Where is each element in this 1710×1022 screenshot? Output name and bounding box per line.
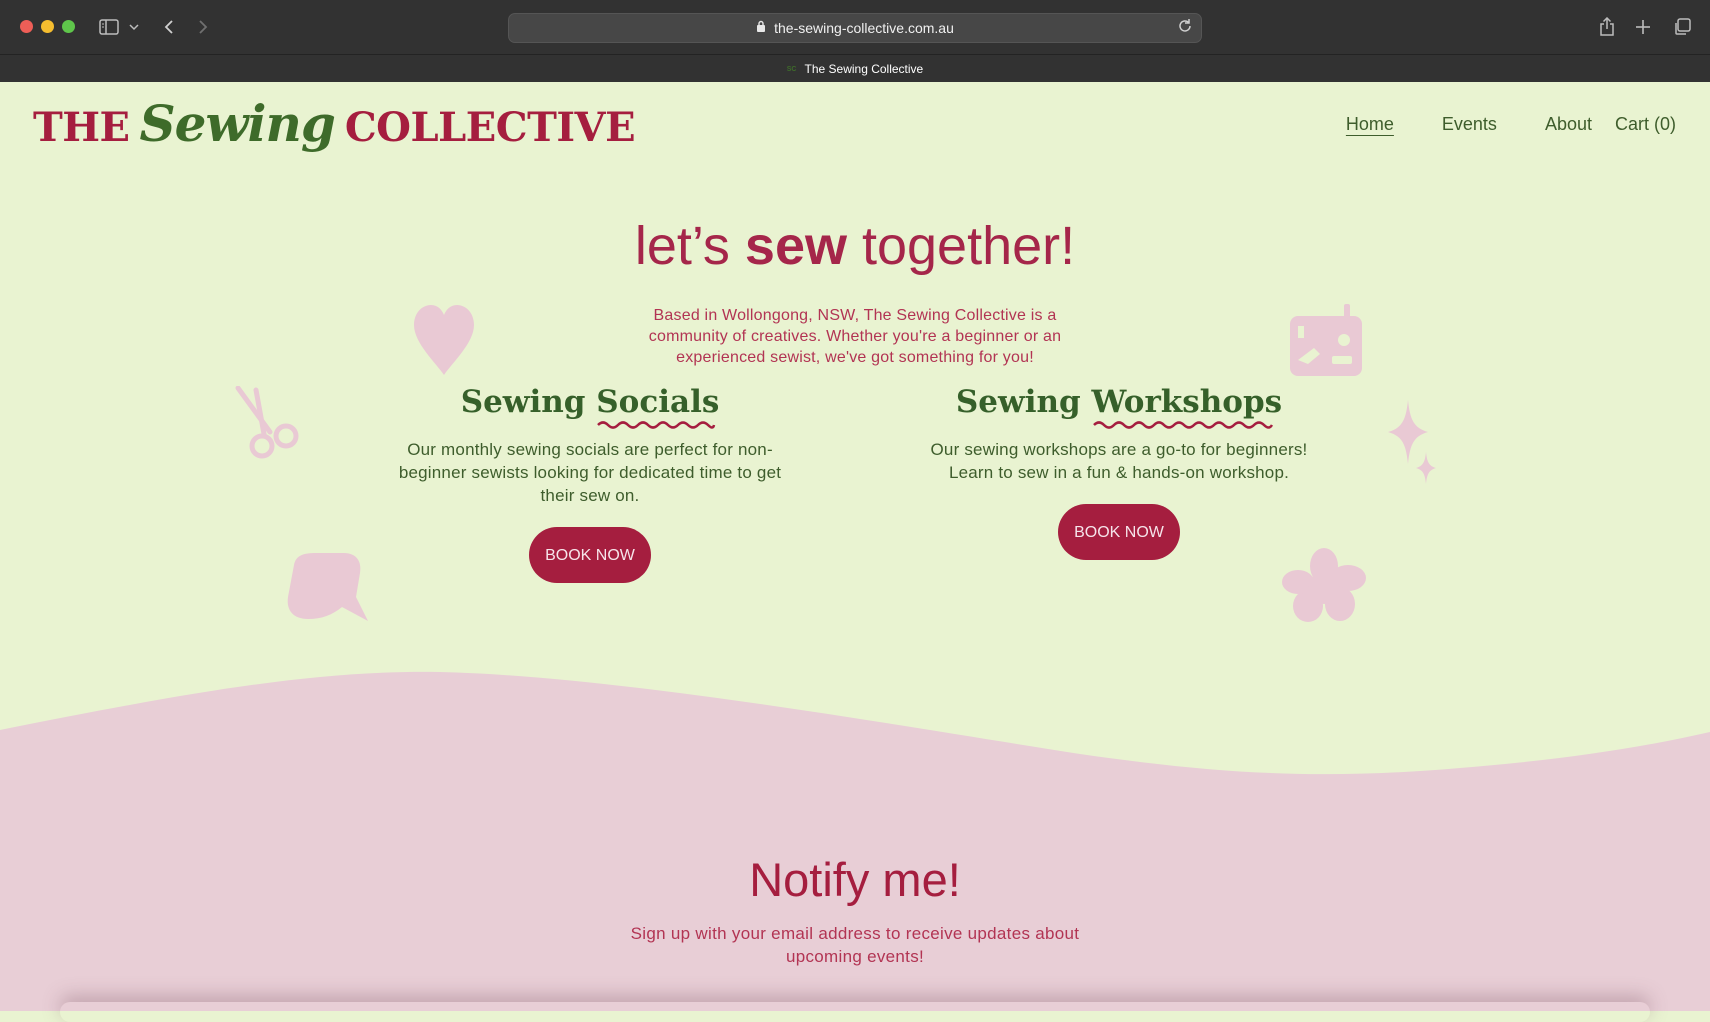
tabs-icon[interactable] bbox=[1670, 14, 1694, 40]
card-title-word: Sewing bbox=[460, 384, 586, 420]
hero-title: let’s sew together! bbox=[0, 215, 1710, 277]
hero-title-bold: sew bbox=[744, 216, 847, 276]
share-icon[interactable] bbox=[1596, 14, 1618, 40]
card-title-highlight: Socials bbox=[596, 380, 720, 429]
new-tab-icon[interactable] bbox=[1632, 14, 1654, 40]
nav-about[interactable]: About bbox=[1545, 114, 1592, 135]
zoom-window-button[interactable] bbox=[62, 20, 75, 33]
hero-description: Based in Wollongong, NSW, The Sewing Col… bbox=[648, 307, 1062, 366]
card-description: Our monthly sewing socials are perfect f… bbox=[398, 440, 782, 505]
card-title: Sewing Workshops bbox=[909, 380, 1329, 429]
chevron-down-icon[interactable] bbox=[126, 14, 142, 40]
hero-title-post: together! bbox=[846, 216, 1076, 276]
scissors-icon bbox=[235, 386, 299, 459]
favicon: SC bbox=[786, 65, 797, 73]
close-window-button[interactable] bbox=[20, 20, 33, 33]
book-socials-button[interactable]: BOOK NOW bbox=[529, 527, 651, 583]
speech-bubble-icon bbox=[287, 553, 368, 621]
sidebar-icon[interactable] bbox=[96, 14, 122, 40]
site-logo[interactable]: THE Sewing COLLECTIVE bbox=[33, 94, 636, 154]
minimize-window-button[interactable] bbox=[41, 20, 54, 33]
squiggle-underline bbox=[597, 421, 716, 429]
nav-home[interactable]: Home bbox=[1346, 114, 1394, 135]
reload-icon[interactable] bbox=[1177, 18, 1193, 37]
book-workshops-button[interactable]: BOOK NOW bbox=[1058, 504, 1180, 560]
sparkle-icon bbox=[1388, 400, 1436, 484]
card-title-highlight: Workshops bbox=[1091, 380, 1283, 429]
notify-title: Notify me! bbox=[749, 853, 961, 906]
logo-the: THE bbox=[33, 104, 130, 151]
section-wave bbox=[0, 671, 1710, 782]
url-text: the-sewing-collective.com.au bbox=[774, 20, 954, 36]
browser-chrome: the-sewing-collective.com.au SC The Sewi… bbox=[0, 0, 1710, 82]
window-controls bbox=[20, 20, 75, 33]
squiggle-underline bbox=[1092, 421, 1273, 429]
main-nav: Home Events About Cart (0) bbox=[1346, 114, 1676, 135]
nav-events[interactable]: Events bbox=[1442, 114, 1497, 135]
forward-icon[interactable] bbox=[192, 14, 214, 40]
address-bar[interactable]: the-sewing-collective.com.au bbox=[508, 13, 1202, 43]
sewing-machine-icon bbox=[1290, 304, 1362, 376]
hero-title-pre: let’s bbox=[634, 216, 745, 276]
back-icon[interactable] bbox=[158, 14, 180, 40]
sewing-socials-card: Sewing Socials Our monthly sewing social… bbox=[380, 380, 800, 583]
card-title-highlight-text: Workshops bbox=[1091, 384, 1283, 420]
lock-icon bbox=[756, 20, 766, 36]
sewing-workshops-card: Sewing Workshops Our sewing workshops ar… bbox=[909, 380, 1329, 560]
logo-sewing: Sewing bbox=[139, 94, 336, 153]
card-description: Our sewing workshops are a go-to for beg… bbox=[930, 440, 1308, 482]
notify-section: Notify me! Sign up with your email addre… bbox=[0, 780, 1710, 1011]
heart-icon bbox=[414, 305, 474, 375]
nav-cart[interactable]: Cart (0) bbox=[1615, 114, 1676, 135]
card-title-highlight-text: Socials bbox=[596, 384, 720, 420]
notify-description: Sign up with your email address to recei… bbox=[630, 924, 1080, 966]
card-title-word: Sewing bbox=[955, 384, 1081, 420]
card-title: Sewing Socials bbox=[380, 380, 800, 429]
logo-collective: COLLECTIVE bbox=[344, 104, 636, 151]
signup-form-edge bbox=[60, 1002, 1650, 1022]
active-tab[interactable]: SC The Sewing Collective bbox=[0, 54, 1710, 83]
tab-title: The Sewing Collective bbox=[804, 62, 924, 76]
